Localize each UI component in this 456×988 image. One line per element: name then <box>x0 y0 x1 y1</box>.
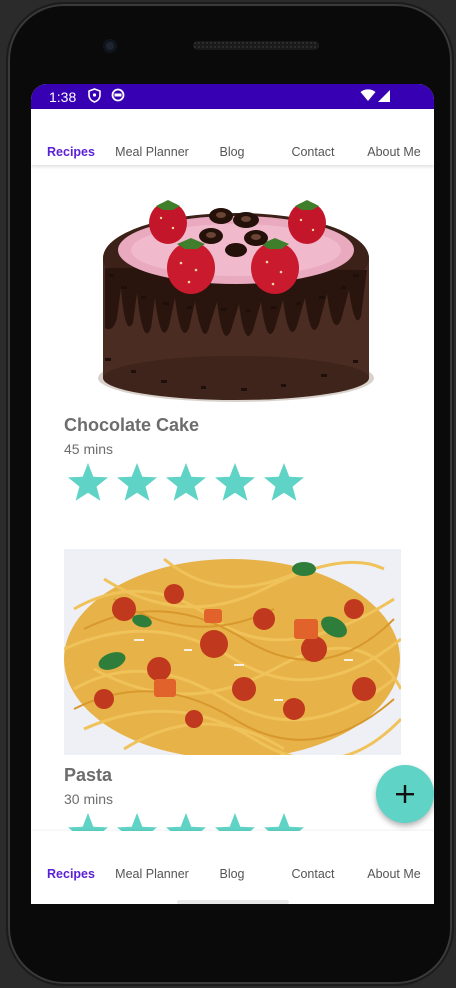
star-icon <box>68 813 108 831</box>
front-camera <box>103 39 117 53</box>
star-icon <box>117 813 157 831</box>
rating-bar[interactable] <box>64 461 314 510</box>
rating-bar[interactable] <box>64 811 314 831</box>
plus-icon <box>396 785 414 803</box>
pasta-image[interactable] <box>64 549 401 755</box>
tab-meal-planner[interactable]: Meal Planner <box>111 831 193 887</box>
wifi-icon <box>360 89 376 105</box>
home-indicator[interactable] <box>177 900 289 904</box>
tab-blog[interactable]: Blog <box>211 831 253 887</box>
star-icon <box>215 463 255 501</box>
recipe-time: 45 mins <box>64 441 114 457</box>
earpiece-speaker <box>193 41 319 50</box>
recipe-title: Chocolate Cake <box>64 415 200 435</box>
recipe-time: 30 mins <box>64 791 114 807</box>
chocolate-cake-image[interactable] <box>91 198 381 406</box>
tab-about-me[interactable]: About Me <box>362 109 426 165</box>
star-icon <box>166 463 206 501</box>
tab-blog[interactable]: Blog <box>211 109 253 165</box>
app-screen: 1:38 Recipes Meal Planner Blog Contact A… <box>31 84 434 904</box>
tab-contact[interactable]: Contact <box>284 831 342 887</box>
tab-about-me[interactable]: About Me <box>362 831 426 887</box>
star-icon <box>117 463 157 501</box>
star-icon <box>215 813 255 831</box>
star-icon <box>166 813 206 831</box>
recipe-title: Pasta <box>64 765 113 785</box>
star-icon <box>264 463 304 501</box>
top-tab-bar: Recipes Meal Planner Blog Contact About … <box>31 109 434 165</box>
status-bar: 1:38 <box>31 84 434 109</box>
star-icon <box>264 813 304 831</box>
tab-contact[interactable]: Contact <box>284 109 342 165</box>
tab-recipes[interactable]: Recipes <box>43 831 99 887</box>
sync-icon <box>111 88 125 105</box>
add-recipe-button[interactable] <box>376 765 434 823</box>
shield-icon <box>88 88 101 106</box>
tab-meal-planner[interactable]: Meal Planner <box>111 109 193 165</box>
star-icon <box>68 463 108 501</box>
status-time: 1:38 <box>49 89 77 105</box>
recipe-list[interactable]: Chocolate Cake 45 mins Pasta 30 mins <box>31 165 434 831</box>
signal-icon <box>377 89 391 106</box>
tab-recipes[interactable]: Recipes <box>43 109 99 165</box>
bottom-tab-bar: Recipes Meal Planner Blog Contact About … <box>31 831 434 887</box>
